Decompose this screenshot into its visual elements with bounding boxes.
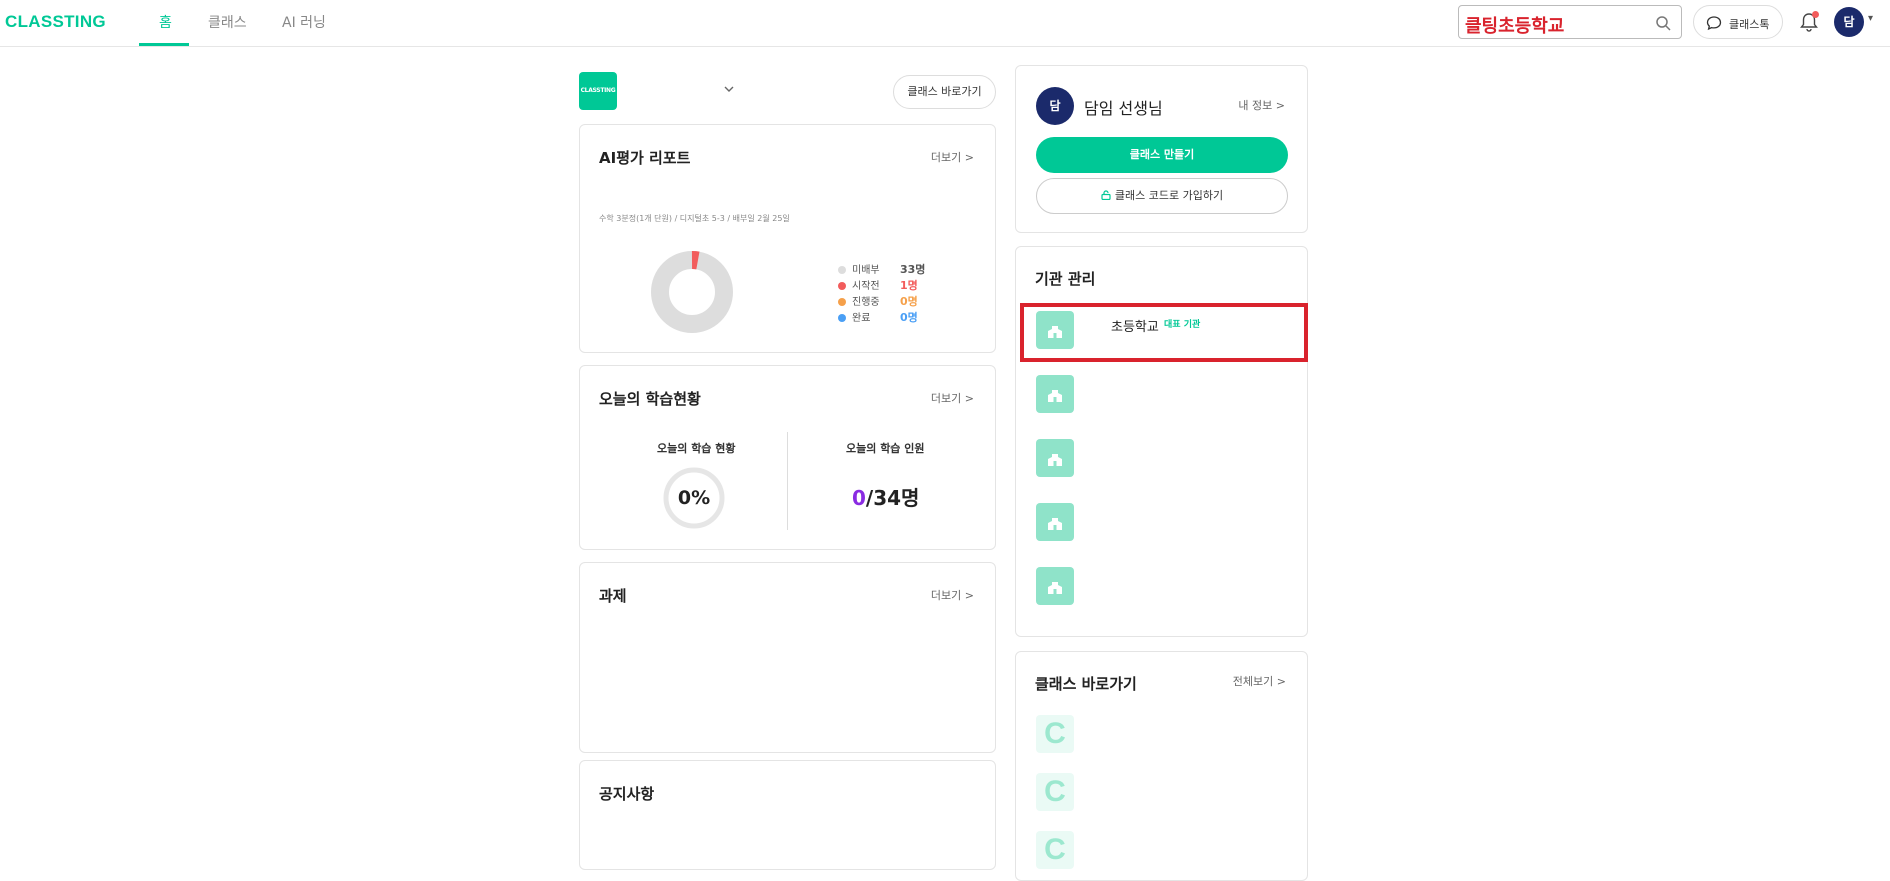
lock-icon (1101, 190, 1111, 200)
legend-value-not-started: 1명 (900, 279, 918, 292)
ai-report-card: AI평가 리포트 더보기 > 수학 3분정(1개 단원) / 디지털초 5-3 … (579, 124, 996, 353)
school-icon (1048, 386, 1062, 402)
legend-dot (838, 314, 846, 322)
school-icon (1048, 578, 1062, 594)
org-item-icon[interactable] (1036, 567, 1074, 605)
class-logo[interactable]: CLASSTING (579, 72, 617, 110)
today-status-ring: 0% (662, 466, 726, 530)
chevron-down-icon[interactable]: ▾ (1868, 13, 1873, 24)
legend-dot (838, 266, 846, 274)
school-icon (1048, 450, 1062, 466)
legend-value-unassigned: 33명 (900, 263, 926, 276)
donut-segment-not-started (691, 251, 700, 270)
class-shortcuts-title: 클래스 바로가기 (1035, 675, 1137, 693)
profile-card: 담 담임 선생님 내 정보 > 클래스 만들기 클래스 코드로 가입하기 (1015, 65, 1308, 233)
class-shortcuts-more-link[interactable]: 전체보기 > (1233, 673, 1286, 689)
assignment-title: 과제 (599, 587, 627, 605)
org-management-title: 기관 관리 (1035, 270, 1096, 288)
ai-report-donut-chart (651, 251, 733, 333)
today-count-label: 오늘의 학습 인원 (846, 442, 925, 455)
class-talk-button[interactable]: 클래스톡 (1693, 5, 1783, 39)
tab-ai-learning[interactable]: AI 러닝 (282, 12, 326, 32)
stat-divider (787, 432, 788, 530)
legend-value-in-progress: 0명 (900, 295, 918, 308)
my-info-link[interactable]: 내 정보 > (1238, 97, 1285, 113)
make-class-button[interactable]: 클래스 만들기 (1036, 137, 1288, 173)
legend-value-complete: 0명 (900, 311, 918, 324)
user-avatar[interactable]: 담 (1834, 7, 1864, 37)
school-icon (1048, 514, 1062, 530)
class-shortcut-icon[interactable]: C (1036, 773, 1074, 811)
notice-card: 공지사항 (579, 760, 996, 870)
legend-item-unassigned: 미배부 (838, 261, 880, 276)
notice-title: 공지사항 (599, 785, 655, 803)
join-class-code-button[interactable]: 클래스 코드로 가입하기 (1036, 178, 1288, 214)
search-input[interactable]: 클팅초등학교 (1458, 5, 1682, 39)
org-item-icon[interactable] (1036, 503, 1074, 541)
chat-bubble-icon (1706, 16, 1722, 31)
legend-dot (838, 282, 846, 290)
donut-segment-unassigned (651, 251, 733, 333)
active-tab-indicator (139, 43, 189, 46)
ai-report-more-link[interactable]: 더보기 > (931, 149, 974, 165)
legend-item-complete: 완료 (838, 309, 870, 324)
classting-logo[interactable]: CLASSTING (5, 12, 106, 32)
org-item-icon[interactable] (1036, 439, 1074, 477)
class-talk-label: 클래스톡 (1729, 18, 1770, 31)
today-status-value: 0% (677, 487, 711, 509)
assignment-card: 과제 더보기 > (579, 562, 996, 753)
class-goto-button[interactable]: 클래스 바로가기 (893, 75, 996, 109)
today-learning-card: 오늘의 학습현황 더보기 > 오늘의 학습 현황 0% 오늘의 학습 인원 0/… (579, 365, 996, 550)
profile-avatar: 담 (1036, 87, 1074, 125)
search-value: 클팅초등학교 (1465, 16, 1565, 37)
chevron-down-icon[interactable] (723, 84, 735, 94)
today-learning-title: 오늘의 학습현황 (599, 390, 701, 408)
assignment-more-link[interactable]: 더보기 > (931, 587, 974, 603)
class-shortcut-icon[interactable]: C (1036, 831, 1074, 869)
search-icon[interactable] (1655, 15, 1671, 31)
profile-name: 담임 선생님 (1084, 99, 1163, 118)
class-shortcut-icon[interactable]: C (1036, 715, 1074, 753)
ai-report-title: AI평가 리포트 (599, 149, 691, 167)
tab-home[interactable]: 홈 (159, 12, 172, 32)
legend-item-in-progress: 진행중 (838, 293, 880, 308)
today-status-label: 오늘의 학습 현황 (657, 442, 736, 455)
tab-class[interactable]: 클래스 (208, 12, 247, 32)
today-count-value: 0/34명 (852, 486, 920, 510)
today-learning-more-link[interactable]: 더보기 > (931, 390, 974, 406)
legend-dot (838, 298, 846, 306)
notification-dot (1812, 11, 1819, 18)
org-item-icon[interactable] (1036, 375, 1074, 413)
class-shortcuts-card: 클래스 바로가기 전체보기 > C C C (1015, 651, 1308, 881)
legend-item-not-started: 시작전 (838, 277, 880, 292)
ai-report-subtitle: 수학 3분정(1개 단원) / 디지털초 5-3 / 배부일 2월 25일 (599, 214, 790, 223)
top-nav-bar: CLASSTING 홈 클래스 AI 러닝 클팅초등학교 클래스톡 담 ▾ (0, 0, 1890, 47)
highlight-box (1020, 303, 1308, 362)
